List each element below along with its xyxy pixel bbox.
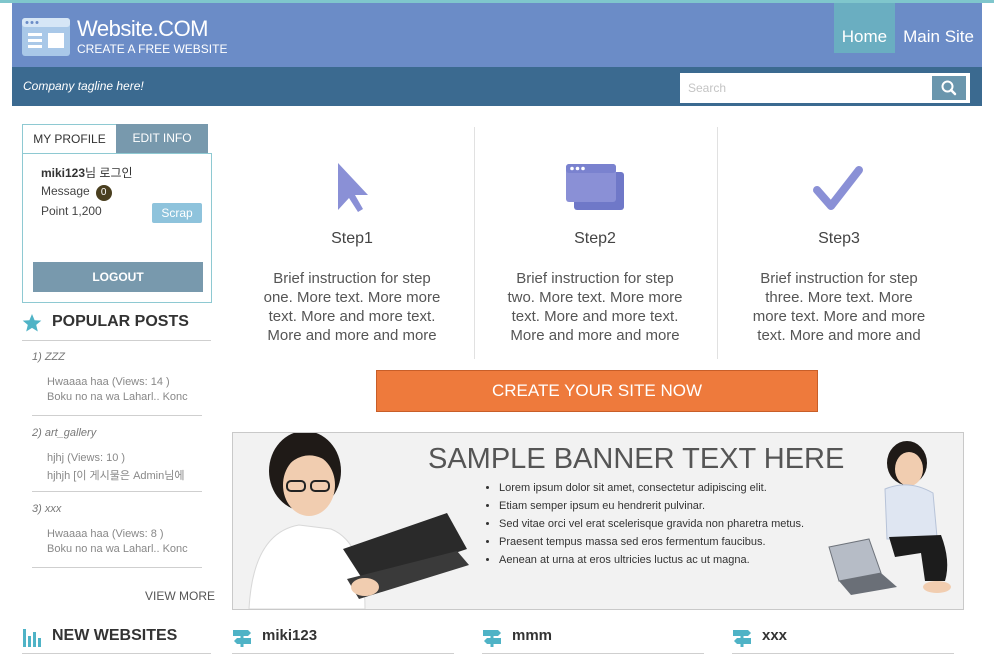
company-tagline: Company tagline here! — [23, 79, 144, 93]
new-websites-title: NEW WEBSITES — [52, 627, 178, 644]
username: miki123 — [41, 166, 86, 180]
step-3: Step3 Brief instruction for step three. … — [729, 160, 949, 345]
post-category[interactable]: 1) ZZZ — [32, 351, 65, 363]
search-icon — [941, 80, 957, 96]
cursor-icon — [338, 163, 368, 212]
star-icon — [22, 314, 42, 332]
tagline-bar: Company tagline here! — [12, 67, 982, 106]
new-website-link[interactable]: mmm — [512, 627, 552, 644]
divider — [22, 340, 211, 341]
signpost-icon — [233, 630, 251, 647]
step-divider — [717, 127, 718, 359]
search-button[interactable] — [932, 76, 966, 100]
scrap-button[interactable]: Scrap — [152, 203, 202, 223]
step-description: Brief instruction for step two. More tex… — [507, 270, 683, 344]
profile-box: miki123님 로그인 Message 0 Point 1,200 Scrap … — [22, 153, 212, 303]
post-category[interactable]: 2) art_gallery — [32, 427, 96, 439]
step-title: Step1 — [331, 230, 373, 247]
post-link[interactable]: Boku no na wa Laharl.. Konc — [47, 391, 202, 403]
search-input[interactable] — [680, 73, 942, 103]
message-count-badge: 0 — [95, 185, 112, 201]
signpost-icon — [483, 630, 501, 647]
banner-title: SAMPLE BANNER TEXT HERE — [428, 443, 845, 475]
post-link[interactable]: hjhjh [이 게시물은 Admin님에 — [47, 467, 202, 483]
windows-icon — [566, 164, 624, 210]
divider — [22, 653, 211, 654]
signpost-icon — [733, 630, 751, 647]
step-description: Brief instruction for step three. More t… — [752, 270, 926, 344]
nav-home[interactable]: Home — [833, 3, 896, 53]
new-website-link[interactable]: xxx — [762, 627, 787, 644]
site-header: Website.COM CREATE A FREE WEBSITE Home M… — [12, 3, 982, 67]
search-box — [680, 73, 970, 103]
banner-bullet: Sed vitae orci vel erat scelerisque grav… — [499, 517, 829, 532]
message-row[interactable]: Message 0 — [41, 184, 112, 201]
logout-button[interactable]: LOGOUT — [33, 262, 203, 292]
banner-bullet: Praesent tempus massa sed eros fermentum… — [499, 535, 829, 550]
woman-sitting-with-laptop-image — [828, 441, 951, 595]
banner-bullet: Aenean at urna at eros ultricies luctus … — [499, 553, 829, 568]
divider — [482, 653, 704, 654]
divider — [32, 567, 202, 568]
step-title: Step2 — [574, 230, 616, 247]
step-divider — [474, 127, 475, 359]
banner-bullet: Lorem ipsum dolor sit amet, consectetur … — [499, 481, 829, 496]
step-title: Step3 — [818, 230, 860, 247]
post-link[interactable]: hjhj (Views: 10 ) — [47, 452, 202, 464]
nav-main-site[interactable]: Main Site — [895, 3, 982, 53]
logo-title[interactable]: Website.COM — [77, 16, 209, 42]
post-link[interactable]: Hwaaaa haa (Views: 14 ) — [47, 376, 202, 388]
popular-posts-title: POPULAR POSTS — [52, 313, 189, 330]
logo-subtitle: CREATE A FREE WEBSITE — [77, 42, 228, 56]
view-more-link[interactable]: VIEW MORE — [145, 589, 215, 603]
new-website-link[interactable]: miki123 — [262, 627, 317, 644]
main-nav: Home Main Site — [833, 3, 982, 67]
banner-bullets: Lorem ipsum dolor sit amet, consectetur … — [481, 481, 829, 571]
login-status: miki123님 로그인 — [41, 164, 133, 181]
message-label: Message — [41, 184, 90, 198]
checkmark-icon — [813, 166, 863, 210]
divider — [732, 653, 954, 654]
step-1: Step1 Brief instruction for step one. Mo… — [242, 160, 462, 345]
divider — [32, 491, 202, 492]
step-2: Step2 Brief instruction for step two. Mo… — [485, 160, 705, 345]
divider — [32, 415, 202, 416]
bar-chart-icon — [23, 629, 41, 647]
post-link[interactable]: Hwaaaa haa (Views: 8 ) — [47, 528, 202, 540]
tab-my-profile[interactable]: MY PROFILE — [22, 124, 117, 154]
login-suffix: 님 로그인 — [85, 166, 133, 180]
post-category[interactable]: 3) xxx — [32, 503, 61, 515]
create-site-button[interactable]: CREATE YOUR SITE NOW — [376, 370, 818, 412]
banner-bullet: Etiam semper ipsum eu hendrerit pulvinar… — [499, 499, 829, 514]
divider — [232, 653, 454, 654]
tab-edit-info[interactable]: EDIT INFO — [116, 124, 208, 153]
post-link[interactable]: Boku no na wa Laharl.. Konc — [47, 543, 202, 555]
promo-banner[interactable]: SAMPLE BANNER TEXT HERE Lorem ipsum dolo… — [232, 432, 964, 610]
website-logo-icon[interactable] — [22, 18, 70, 56]
step-description: Brief instruction for step one. More tex… — [263, 270, 441, 344]
point-balance: Point 1,200 — [41, 204, 102, 218]
